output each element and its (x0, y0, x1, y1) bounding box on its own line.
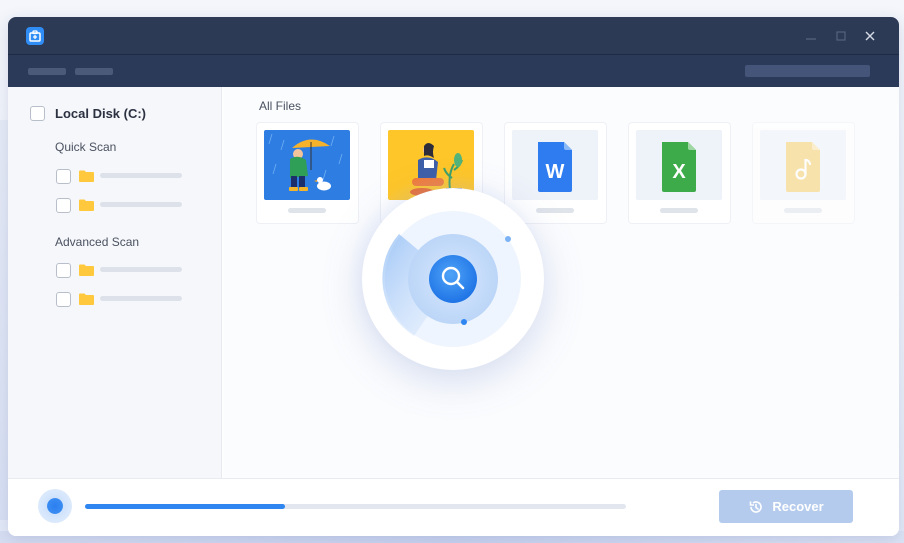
file-card-audio[interactable] (753, 123, 854, 223)
advanced-scan-item-2-checkbox[interactable] (56, 292, 71, 307)
close-icon (865, 31, 875, 41)
history-icon (750, 500, 763, 513)
advanced-scan-item-2-name (100, 296, 182, 301)
excel-file-letter: X (672, 161, 686, 183)
scan-status-icon (38, 489, 72, 523)
quick-scan-item-2-name (100, 202, 182, 207)
minimize-button[interactable] (801, 26, 821, 46)
local-disk-checkbox[interactable] (30, 106, 45, 121)
word-file-letter: W (546, 161, 565, 183)
toolbar-placeholder-item (28, 68, 66, 75)
folder-icon (79, 170, 94, 182)
file-card-caption (660, 208, 698, 213)
advanced-scan-item-1-name (100, 267, 182, 272)
quick-scan-label: Quick Scan (55, 140, 117, 154)
folder-icon (79, 264, 94, 276)
title-bar (8, 17, 899, 54)
scan-radar (362, 188, 544, 370)
all-files-header: All Files (259, 99, 302, 113)
quick-scan-item-1-checkbox[interactable] (56, 169, 71, 184)
folder-icon (79, 293, 94, 305)
toolbar (8, 54, 899, 87)
folder-icon (79, 199, 94, 211)
quick-scan-item-2-checkbox[interactable] (56, 198, 71, 213)
file-card-caption (288, 208, 326, 213)
advanced-scan-item-1-checkbox[interactable] (56, 263, 71, 278)
toolbar-placeholder-item (75, 68, 113, 75)
app-logo-icon (26, 27, 44, 45)
file-content-area: All Files W X (223, 87, 899, 478)
file-card-spreadsheet[interactable]: X (629, 123, 730, 223)
toolbar-placeholder-search (745, 65, 870, 77)
close-button[interactable] (860, 26, 880, 46)
advanced-scan-label: Advanced Scan (55, 235, 140, 249)
quick-scan-item-1-name (100, 173, 182, 178)
file-card-caption (784, 208, 822, 213)
local-disk-label: Local Disk (C:) (55, 106, 147, 121)
file-card-image-1[interactable] (257, 123, 358, 223)
recover-button[interactable]: Recover (719, 490, 853, 523)
recover-button-label: Recover (772, 499, 824, 514)
sidebar: Local Disk (C:) Quick Scan Advanced Scan (8, 87, 222, 478)
maximize-button[interactable] (831, 26, 851, 46)
music-file-icon (760, 130, 846, 200)
bottom-bar: Recover (8, 478, 899, 536)
scan-progress-fill (85, 504, 286, 509)
excel-file-icon: X (636, 130, 722, 200)
scan-progress-bar (85, 504, 626, 509)
umbrella-illustration-icon (264, 130, 350, 200)
radar-icon (382, 211, 521, 347)
